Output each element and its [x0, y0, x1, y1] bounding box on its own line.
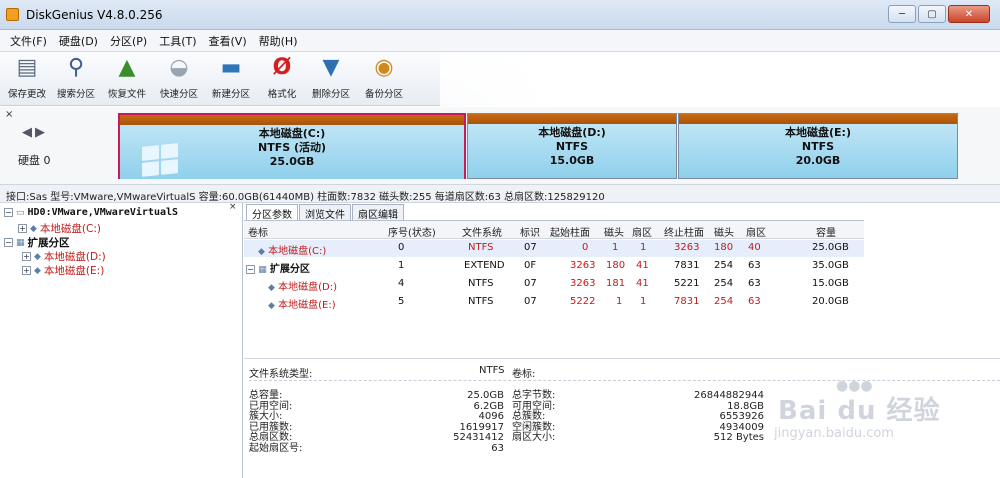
backup-partition-icon: ◉ [374, 55, 394, 80]
hard-disk-icon: ▭ [16, 207, 25, 218]
delete-partition-icon: ▼ [322, 55, 340, 80]
expand-icon[interactable]: + [22, 252, 31, 261]
partition-e-block[interactable]: 本地磁盘(E:) NTFS 20.0GB [678, 113, 958, 179]
partition-size: 15.0GB [549, 154, 595, 167]
expand-icon[interactable]: + [22, 266, 31, 275]
recover-file-button[interactable]: ▲ 恢复文件 [102, 54, 152, 104]
partition-icon: ◆ [34, 265, 41, 276]
maximize-button[interactable]: ▢ [918, 5, 946, 23]
partition-icon: ◆ [268, 283, 275, 293]
close-button[interactable]: ✕ [948, 5, 990, 23]
fs-left-labels: 总容量: 已用空间: 簇大小: 已用簇数: 总扇区数: 起始扇区号: [249, 390, 303, 454]
fs-right-labels: 总字节数: 可用空间: 总簇数: 空闲簇数: 扇区大小: [512, 390, 556, 443]
partition-icon: ◆ [268, 301, 275, 311]
table-row[interactable]: ◆ 本地磁盘(C:) 0 NTFS 07 0 1 1 3263 180 40 2… [244, 240, 864, 257]
partition-fs: NTFS [555, 140, 589, 153]
extended-partition-icon: ▦ [258, 265, 267, 275]
menu-disk[interactable]: 硬盘(D) [53, 33, 104, 49]
tree-item-extended[interactable]: − ▦ 扩展分区 [4, 235, 70, 250]
menu-file[interactable]: 文件(F) [4, 33, 53, 49]
tree-item-c[interactable]: + ◆ 本地磁盘(C:) [18, 221, 101, 236]
save-icon: ▤ [16, 55, 38, 80]
tab-partition-params[interactable]: 分区参数 [246, 204, 298, 221]
partition-c-block[interactable]: 本地磁盘(C:) NTFS (活动) 25.0GB [118, 113, 466, 179]
table-row[interactable]: ◆ 本地磁盘(D:) 4 NTFS 07 3263 181 41 5221 25… [244, 276, 864, 293]
quick-partition-button[interactable]: ◒ 快速分区 [154, 54, 204, 104]
menu-help[interactable]: 帮助(H) [253, 33, 304, 49]
collapse-icon[interactable]: − [246, 265, 255, 274]
app-icon [6, 8, 19, 21]
partition-icon: ◆ [30, 223, 37, 234]
windows-logo-icon [142, 143, 178, 177]
partition-name: 本地磁盘(E:) [785, 126, 851, 139]
fs-right-values: 26844882944 18.8GB 6553926 4934009 512 B… [694, 390, 764, 443]
new-partition-button[interactable]: ▬ 新建分区 [206, 54, 256, 104]
redacted-area [440, 55, 1000, 107]
volume-label: 卷标: [512, 369, 536, 380]
expand-icon[interactable]: + [18, 224, 27, 233]
new-partition-icon: ▬ [220, 55, 242, 80]
partition-name: 本地磁盘(C:) [258, 127, 326, 140]
table-header: 卷标 序号(状态) 文件系统 标识 起始柱面 磁头 扇区 终止柱面 磁头 扇区 … [244, 221, 864, 239]
fs-left-values: 25.0GB 6.2GB 4096 1619917 52431412 63 [453, 390, 504, 454]
backup-partition-button[interactable]: ◉ 备份分区 [358, 54, 410, 104]
partition-d-block[interactable]: 本地磁盘(D:) NTFS 15.0GB [467, 113, 677, 179]
tree-item-e[interactable]: + ◆ 本地磁盘(E:) [22, 263, 104, 278]
partition-size: 20.0GB [795, 154, 841, 167]
tab-bar: 分区参数 浏览文件 扇区编辑 [246, 204, 405, 221]
collapse-icon[interactable]: − [4, 238, 13, 247]
table-row[interactable]: − ▦ 扩展分区 1 EXTEND 0F 3263 180 41 7831 25… [244, 258, 864, 275]
disk-label: 硬盘 0 [18, 154, 51, 167]
minimize-button[interactable]: ─ [888, 5, 916, 23]
tab-browse-files[interactable]: 浏览文件 [299, 204, 351, 221]
format-icon: Ø [272, 55, 292, 80]
partition-icon: ◆ [258, 247, 265, 257]
table-row[interactable]: ◆ 本地磁盘(E:) 5 NTFS 07 5222 1 1 7831 254 6… [244, 294, 864, 311]
search-icon: ⚲ [67, 55, 85, 80]
delete-partition-button[interactable]: ▼ 删除分区 [306, 54, 356, 104]
title-bar: DiskGenius V4.8.0.256 ─ ▢ ✕ [0, 0, 1000, 30]
disk-info-bar: 接口:Sas 型号:VMware,VMwareVirtualS 容量:60.0G… [0, 185, 1000, 203]
tree-close-icon[interactable]: × [229, 202, 237, 212]
tree-disk-node[interactable]: − ▭ HD0:VMware,VMwareVirtualS [4, 207, 178, 218]
collapse-icon[interactable]: − [4, 208, 13, 217]
search-partition-button[interactable]: ⚲ 搜索分区 [52, 54, 100, 104]
disk-tree-pane: × − ▭ HD0:VMware,VMwareVirtualS + ◆ 本地磁盘… [0, 202, 243, 478]
partition-fs: NTFS [801, 140, 835, 153]
recover-file-icon: ▲ [118, 55, 136, 80]
tab-sector-edit[interactable]: 扇区编辑 [352, 204, 404, 221]
menu-view[interactable]: 查看(V) [203, 33, 253, 49]
partition-icon: ◆ [34, 251, 41, 262]
panel-close-icon[interactable]: × [5, 109, 13, 120]
format-button[interactable]: Ø 格式化 [260, 54, 304, 104]
partition-table: 卷标 序号(状态) 文件系统 标识 起始柱面 磁头 扇区 终止柱面 磁头 扇区 … [244, 220, 864, 350]
menu-partition[interactable]: 分区(P) [104, 33, 153, 49]
tree-item-d[interactable]: + ◆ 本地磁盘(D:) [22, 249, 106, 264]
save-changes-button[interactable]: ▤ 保存更改 [4, 54, 50, 104]
quick-partition-icon: ◒ [169, 55, 189, 80]
disk-map-panel: × ◀▶ 硬盘 0 本地磁盘(C:) NTFS (活动) 25.0GB 本地磁盘… [0, 107, 1000, 185]
partition-name: 本地磁盘(D:) [538, 126, 606, 139]
window-controls: ─ ▢ ✕ [888, 5, 990, 23]
fs-type-value: NTFS [479, 365, 505, 376]
baidu-watermark: ●●● Bai du 经验 jingyan.baidu.com [774, 378, 941, 441]
menu-tools[interactable]: 工具(T) [153, 33, 202, 49]
window-title: DiskGenius V4.8.0.256 [26, 8, 163, 22]
fs-type-label: 文件系统类型: [249, 369, 313, 380]
extended-partition-icon: ▦ [16, 237, 25, 248]
menu-bar: 文件(F) 硬盘(D) 分区(P) 工具(T) 查看(V) 帮助(H) [0, 30, 1000, 52]
disk-nav-arrows-icon[interactable]: ◀▶ [22, 125, 48, 140]
